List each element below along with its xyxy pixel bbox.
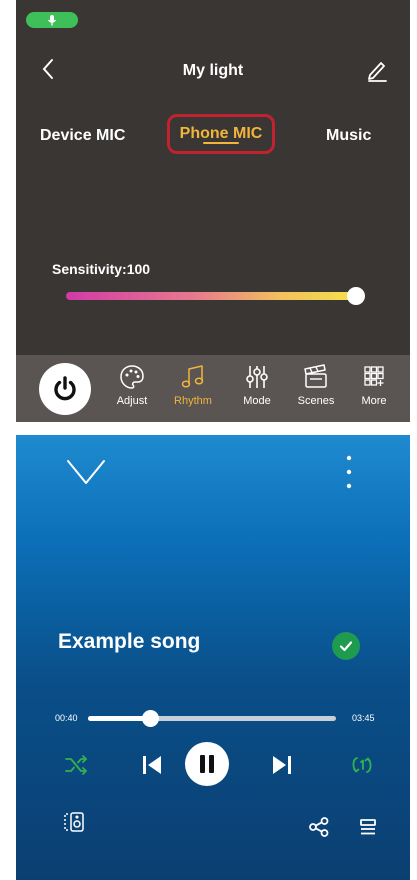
toolbar-item-adjust[interactable]: Adjust [109, 363, 155, 417]
tab-music[interactable]: Music [326, 127, 371, 145]
toolbar-label: More [361, 395, 387, 407]
mic-indicator [26, 12, 78, 28]
check-icon [339, 641, 353, 652]
tab-underline [203, 142, 239, 144]
tab-device-mic[interactable]: Device MIC [40, 127, 125, 145]
sensitivity-slider-knob[interactable] [347, 287, 365, 305]
toolbar-item-rhythm[interactable]: Rhythm [170, 363, 216, 417]
page-title: My light [182, 62, 244, 79]
tab-phone-mic-label: Phone MIC [179, 125, 263, 142]
palette-icon [120, 365, 144, 389]
toolbar-label: Adjust [116, 395, 148, 407]
toolbar-item-more[interactable]: More [351, 363, 397, 417]
previous-track-icon[interactable] [140, 753, 164, 777]
sensitivity-label: Sensitivity:100 [52, 261, 151, 277]
sliders-icon [246, 366, 268, 388]
phone-screen: My light Device MIC Phone MIC Music Sens… [16, 0, 410, 880]
clapperboard-icon [304, 364, 327, 388]
power-icon [54, 376, 76, 401]
toolbar-item-scenes[interactable]: Scenes [293, 363, 339, 417]
repeat-one-icon[interactable] [350, 753, 374, 777]
progress-knob[interactable] [142, 710, 159, 727]
toolbar-label: Mode [243, 395, 271, 407]
tab-phone-mic[interactable]: Phone MIC [167, 114, 275, 154]
speaker-device-icon[interactable] [62, 810, 86, 834]
elapsed-time: 00:40 [55, 713, 78, 723]
chevron-down-icon[interactable] [66, 457, 106, 487]
queue-list-icon[interactable] [358, 817, 378, 837]
music-note-icon [181, 365, 204, 388]
song-title: Example song [58, 630, 201, 653]
sheet-drag-handle[interactable] [155, 428, 273, 432]
mic-source-tabs: Device MIC Phone MIC Music [16, 114, 410, 164]
total-duration: 03:45 [352, 713, 375, 723]
progress-fill [88, 716, 150, 721]
next-track-icon[interactable] [270, 753, 294, 777]
toolbar-item-mode[interactable]: Mode [234, 363, 280, 417]
shuffle-icon[interactable] [64, 753, 88, 777]
play-pause-button[interactable] [185, 742, 229, 786]
playback-progress-bar[interactable] [88, 710, 336, 727]
power-button[interactable] [39, 363, 91, 415]
more-vertical-icon[interactable] [346, 454, 352, 490]
pause-icon [200, 755, 214, 773]
toolbar-label: Rhythm [174, 395, 212, 407]
toolbar-label: Scenes [297, 395, 335, 407]
sensitivity-slider[interactable] [66, 287, 365, 305]
microphone-icon [47, 15, 57, 26]
saved-check-badge[interactable] [332, 632, 360, 660]
grid-plus-icon [364, 366, 384, 386]
edit-pencil-icon[interactable] [366, 58, 388, 82]
share-icon[interactable] [308, 816, 330, 838]
